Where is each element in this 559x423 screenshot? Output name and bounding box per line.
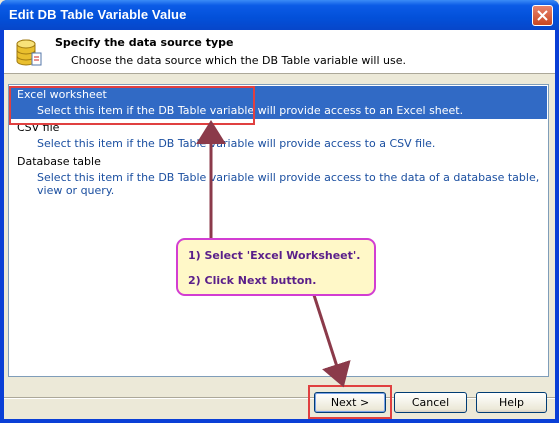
window-title: Edit DB Table Variable Value <box>9 7 187 22</box>
list-item-database-table[interactable]: Database table Select this item if the D… <box>10 153 547 197</box>
close-icon <box>537 10 548 21</box>
wizard-header: Specify the data source type Choose the … <box>4 30 555 74</box>
dialog-window: Edit DB Table Variable Value Specify the… <box>0 0 559 423</box>
data-source-list[interactable]: Excel worksheet Select this item if the … <box>8 84 549 377</box>
close-button[interactable] <box>532 5 553 26</box>
list-item-description: Select this item if the DB Table variabl… <box>37 171 540 197</box>
cancel-button[interactable]: Cancel <box>394 392 467 413</box>
header-subtitle: Choose the data source which the DB Tabl… <box>71 54 407 67</box>
button-separator <box>4 397 555 399</box>
help-button[interactable]: Help <box>476 392 547 413</box>
list-item-label: Database table <box>17 155 101 168</box>
callout-step-1: 1) Select 'Excel Worksheet'. <box>188 249 361 262</box>
excel-highlight-box <box>9 86 255 125</box>
callout-step-2: 2) Click Next button. <box>188 274 317 287</box>
header-title: Specify the data source type <box>55 36 234 49</box>
title-bar[interactable]: Edit DB Table Variable Value <box>0 0 559 30</box>
instruction-callout: 1) Select 'Excel Worksheet'. 2) Click Ne… <box>176 238 376 296</box>
list-item-description: Select this item if the DB Table variabl… <box>37 137 436 150</box>
database-wizard-icon <box>16 39 42 66</box>
next-button[interactable]: Next > <box>314 392 386 413</box>
